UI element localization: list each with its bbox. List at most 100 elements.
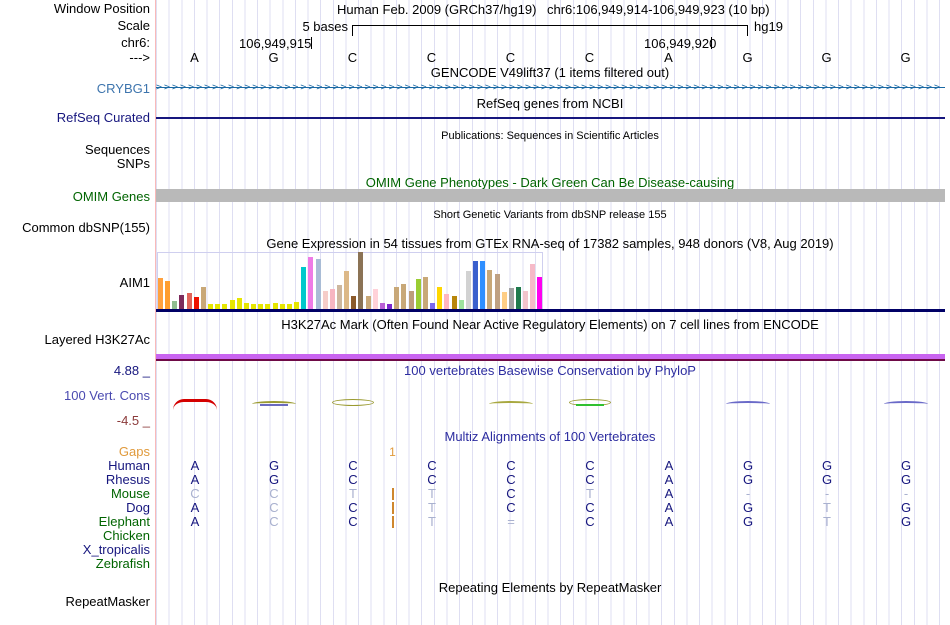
layered-h3k27ac-label[interactable]: Layered H3K27Ac bbox=[0, 333, 150, 347]
alignment-base[interactable]: G bbox=[235, 473, 314, 487]
alignment-base[interactable]: C bbox=[472, 487, 551, 501]
alignment-base[interactable]: C bbox=[235, 501, 314, 515]
conservation-label[interactable]: 100 Vert. Cons bbox=[0, 389, 150, 403]
gene-direction-arrows[interactable]: >>>>>>>>>>>>>>>>>>>>>>>>>>>>>>>>>>>>>>>>… bbox=[156, 82, 945, 95]
gtex-tissue-bar[interactable] bbox=[315, 259, 321, 309]
gtex-tissue-bar[interactable] bbox=[365, 296, 371, 309]
alignment-base[interactable]: G bbox=[709, 515, 788, 529]
alignment-base[interactable]: T bbox=[393, 501, 472, 515]
species-label-zebrafish[interactable]: Zebrafish bbox=[0, 557, 150, 571]
gtex-tissue-bar[interactable] bbox=[494, 274, 500, 309]
alignment-base[interactable]: - bbox=[867, 487, 946, 501]
alignment-base[interactable]: A bbox=[156, 515, 235, 529]
alignment-base[interactable]: T bbox=[393, 515, 472, 529]
gtex-tissue-bar[interactable] bbox=[236, 298, 242, 309]
alignment-base[interactable]: A bbox=[156, 459, 235, 473]
alignment-base[interactable]: C bbox=[314, 501, 393, 515]
alignment-base[interactable]: C bbox=[235, 515, 314, 529]
species-label-gaps[interactable]: Gaps bbox=[0, 445, 150, 459]
alignment-base[interactable]: G bbox=[788, 473, 867, 487]
species-label-dog[interactable]: Dog bbox=[0, 501, 150, 515]
gtex-tissue-bar[interactable] bbox=[322, 291, 328, 309]
alignment-base[interactable]: G bbox=[709, 473, 788, 487]
alignment-base[interactable]: C bbox=[551, 515, 630, 529]
gtex-gene-label-aim1[interactable]: AIM1 bbox=[0, 276, 150, 290]
alignment-base[interactable]: A bbox=[630, 487, 709, 501]
repeatmasker-label[interactable]: RepeatMasker bbox=[0, 595, 150, 609]
alignment-base[interactable]: A bbox=[630, 459, 709, 473]
alignment-base[interactable]: C bbox=[314, 515, 393, 529]
gtex-tissue-bar[interactable] bbox=[308, 257, 314, 309]
species-label-chicken[interactable]: Chicken bbox=[0, 529, 150, 543]
alignment-base[interactable]: C bbox=[551, 459, 630, 473]
gtex-tissue-bar[interactable] bbox=[329, 289, 335, 309]
gtex-tissue-bar[interactable] bbox=[422, 277, 428, 309]
conservation-mark[interactable] bbox=[488, 397, 534, 409]
omim-gene-bar[interactable] bbox=[156, 189, 945, 202]
gtex-tissue-bar[interactable] bbox=[530, 264, 536, 309]
alignment-base[interactable]: A bbox=[630, 515, 709, 529]
gtex-tissue-bar[interactable] bbox=[337, 285, 342, 309]
gtex-tissue-bar[interactable] bbox=[444, 294, 450, 309]
conservation-mark[interactable] bbox=[725, 397, 771, 409]
alignment-base[interactable]: T bbox=[393, 487, 472, 501]
gtex-tissue-bar[interactable] bbox=[480, 261, 486, 309]
gtex-tissue-bar[interactable] bbox=[394, 287, 400, 309]
gtex-tissue-bar[interactable] bbox=[172, 301, 178, 309]
conservation-mark[interactable] bbox=[330, 397, 376, 409]
alignment-base[interactable]: G bbox=[867, 501, 946, 515]
gtex-tissue-bar[interactable] bbox=[372, 289, 378, 309]
conservation-mark[interactable] bbox=[567, 397, 613, 409]
alignment-base[interactable]: C bbox=[314, 459, 393, 473]
alignment-base[interactable]: - bbox=[788, 487, 867, 501]
alignment-base[interactable]: G bbox=[867, 515, 946, 529]
alignment-base[interactable]: C bbox=[393, 473, 472, 487]
gtex-tissue-bar[interactable] bbox=[358, 252, 364, 309]
alignment-base[interactable]: G bbox=[709, 459, 788, 473]
publications-sequences-label[interactable]: Sequences bbox=[0, 143, 150, 157]
alignment-base[interactable]: C bbox=[472, 473, 551, 487]
alignment-base[interactable]: G bbox=[788, 459, 867, 473]
gtex-tissue-bar[interactable] bbox=[294, 302, 300, 309]
gtex-tissue-bar[interactable] bbox=[501, 292, 507, 309]
alignment-base[interactable]: T bbox=[788, 501, 867, 515]
gtex-tissue-bar[interactable] bbox=[158, 278, 163, 309]
alignment-base[interactable]: A bbox=[156, 473, 235, 487]
alignment-base[interactable]: T bbox=[788, 515, 867, 529]
gtex-tissue-bar[interactable] bbox=[451, 296, 457, 309]
gtex-tissue-bar[interactable] bbox=[516, 287, 521, 309]
gtex-tissue-bar[interactable] bbox=[179, 295, 185, 309]
gtex-tissue-bar[interactable] bbox=[165, 281, 171, 309]
refseq-gene-line[interactable] bbox=[156, 117, 945, 119]
common-dbsnp-label[interactable]: Common dbSNP(155) bbox=[0, 221, 150, 235]
gtex-tissue-bar[interactable] bbox=[344, 271, 350, 309]
alignment-base[interactable]: C bbox=[314, 473, 393, 487]
alignment-base[interactable]: T bbox=[551, 487, 630, 501]
alignment-base[interactable]: G bbox=[867, 473, 946, 487]
conservation-mark[interactable] bbox=[172, 397, 218, 409]
alignment-base[interactable]: G bbox=[709, 501, 788, 515]
gtex-tissue-bar[interactable] bbox=[523, 291, 529, 309]
alignment-base[interactable]: G bbox=[867, 459, 946, 473]
gtex-tissue-bar[interactable] bbox=[415, 279, 421, 309]
gtex-expression-bars[interactable] bbox=[158, 252, 544, 309]
gtex-tissue-bar[interactable] bbox=[465, 271, 471, 309]
refseq-curated-label[interactable]: RefSeq Curated bbox=[0, 111, 150, 125]
gtex-tissue-bar[interactable] bbox=[458, 300, 464, 309]
alignment-base[interactable]: = bbox=[472, 515, 551, 529]
gtex-tissue-bar[interactable] bbox=[401, 284, 407, 309]
gtex-tissue-bar[interactable] bbox=[186, 293, 192, 309]
conservation-mark[interactable] bbox=[251, 397, 297, 409]
gtex-tissue-bar[interactable] bbox=[301, 267, 307, 309]
gtex-tissue-bar[interactable] bbox=[351, 296, 357, 309]
gtex-tissue-bar[interactable] bbox=[487, 270, 493, 309]
alignment-base[interactable]: C bbox=[472, 459, 551, 473]
alignment-base[interactable]: T bbox=[314, 487, 393, 501]
alignment-base[interactable]: C bbox=[551, 501, 630, 515]
alignment-base[interactable]: C bbox=[551, 473, 630, 487]
species-label-human[interactable]: Human bbox=[0, 459, 150, 473]
publications-snps-label[interactable]: SNPs bbox=[0, 157, 150, 171]
alignment-base[interactable]: C bbox=[393, 459, 472, 473]
gtex-tissue-bar[interactable] bbox=[229, 300, 235, 309]
alignment-base[interactable]: G bbox=[235, 459, 314, 473]
